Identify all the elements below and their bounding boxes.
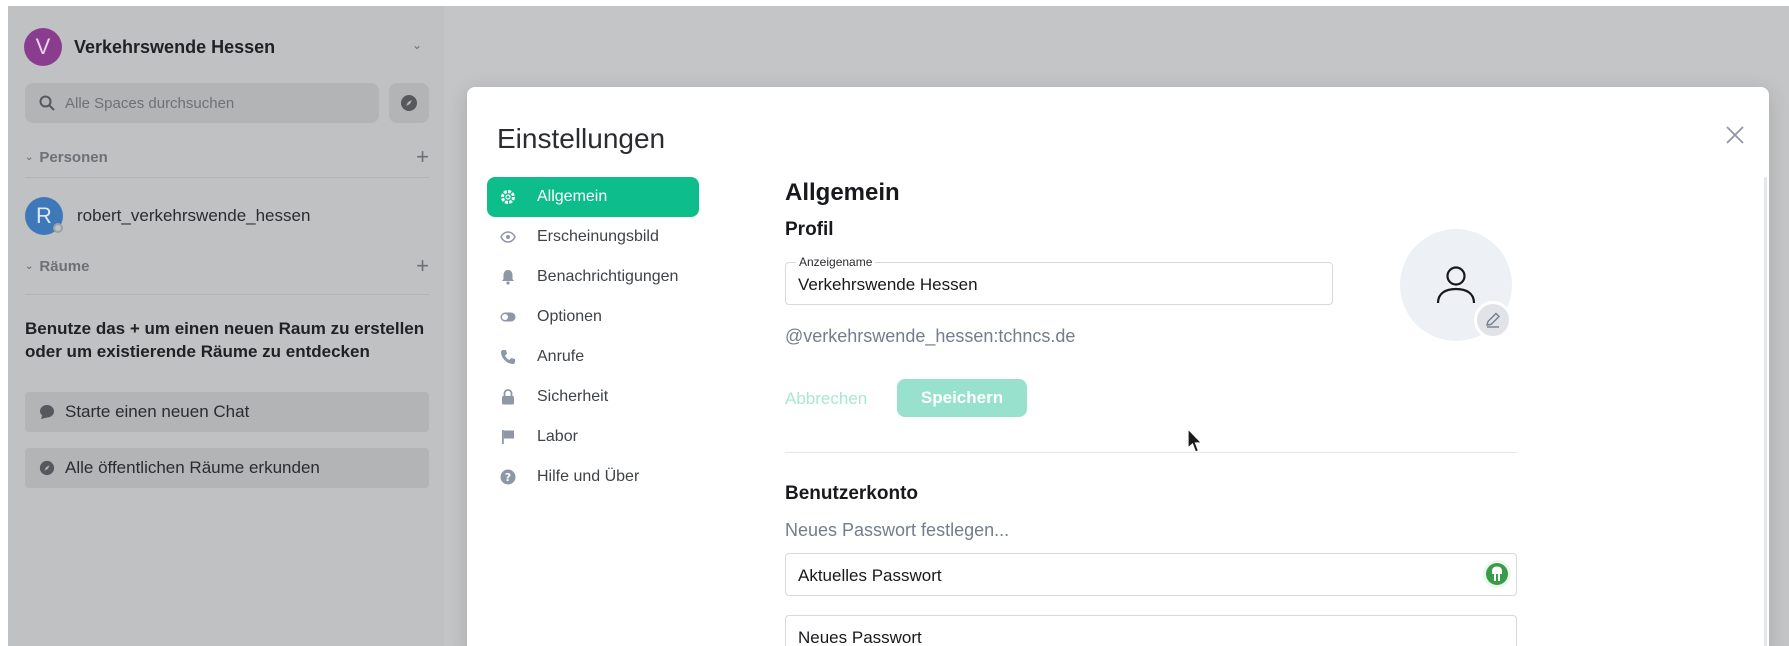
tab-security[interactable]: Sicherheit (487, 377, 699, 417)
bell-icon (499, 268, 517, 286)
search-icon (39, 95, 55, 111)
flag-icon (499, 428, 517, 446)
display-name-label: Anzeigename (796, 255, 876, 269)
chat-bubble-icon (40, 405, 54, 419)
display-name-field[interactable]: Anzeigename Verkehrswende Hessen (785, 255, 1333, 305)
tab-options[interactable]: Optionen (487, 297, 699, 337)
tab-label: Optionen (537, 308, 602, 325)
settings-nav: Allgemein Erscheinungsbild Benachrichtig… (487, 177, 699, 497)
mouse-cursor-icon (1187, 428, 1203, 453)
space-avatar-initial: V (35, 34, 51, 59)
cancel-button[interactable]: Abbrechen (785, 389, 867, 409)
space-avatar: V (24, 28, 62, 66)
svg-text:?: ? (505, 471, 511, 484)
space-name: Verkehrswende Hessen (74, 36, 276, 57)
user-avatar-initial: R (36, 203, 52, 228)
explore-public-rooms-button[interactable]: Alle öffentlichen Räume erkunden (25, 448, 429, 488)
new-password-field[interactable]: Neues Passwort (785, 615, 1517, 646)
chevron-down-icon: ⌄ (25, 260, 34, 272)
tab-label: Erscheinungsbild (537, 228, 659, 245)
tab-label: Allgemein (537, 188, 608, 205)
tab-labs[interactable]: Labor (487, 417, 699, 457)
edit-avatar-button[interactable] (1474, 301, 1512, 339)
current-password-placeholder: Aktuelles Passwort (798, 566, 942, 585)
divider (785, 452, 1517, 453)
person-icon (1436, 266, 1476, 304)
tab-label: Anrufe (537, 348, 585, 365)
add-room-icon[interactable]: + (416, 253, 429, 279)
tab-calls[interactable]: Anrufe (487, 337, 699, 377)
explore-public-rooms-label: Alle öffentlichen Räume erkunden (65, 458, 320, 477)
add-person-icon[interactable]: + (416, 144, 429, 170)
new-password-placeholder: Neues Passwort (798, 628, 922, 646)
tab-label: Benachrichtigungen (537, 268, 679, 285)
eye-icon (499, 228, 517, 246)
dialog-title: Einstellungen (497, 123, 666, 154)
tab-notifications[interactable]: Benachrichtigungen (487, 257, 699, 297)
tab-general[interactable]: Allgemein (487, 177, 699, 217)
toggle-icon (499, 308, 517, 326)
person-item[interactable]: R robert_verkehrswende_hessen (25, 196, 310, 236)
account-heading: Benutzerkonto (785, 483, 918, 504)
divider (25, 177, 429, 178)
section-people-header[interactable]: ⌄ Personen + (25, 144, 429, 170)
help-icon: ? (499, 468, 517, 486)
room-list-panel: V Verkehrswende Hessen ⌄ Alle Spaces dur… (8, 6, 444, 646)
chevron-down-icon: ⌄ (25, 151, 34, 163)
close-icon[interactable] (1723, 123, 1747, 147)
password-manager-icon[interactable] (1483, 560, 1511, 588)
tab-label: Labor (537, 428, 578, 445)
presence-dot (53, 223, 63, 233)
pencil-icon (1486, 312, 1500, 328)
set-password-link[interactable]: Neues Passwort festlegen... (785, 520, 1009, 541)
section-rooms-label: Räume (39, 257, 90, 275)
compass-icon (39, 460, 55, 476)
profile-heading: Profil (785, 219, 834, 240)
person-name: robert_verkehrswende_hessen (77, 206, 311, 225)
user-avatar: R (25, 197, 63, 235)
explore-rooms-button[interactable] (389, 83, 429, 123)
divider (25, 294, 429, 295)
user-id: @verkehrswende_hessen:tchncs.de (785, 326, 1076, 346)
tab-label: Sicherheit (537, 388, 609, 405)
display-name-value: Verkehrswende Hessen (798, 275, 978, 294)
current-password-field[interactable]: Aktuelles Passwort (785, 553, 1517, 596)
scrollbar[interactable] (1764, 177, 1767, 646)
gear-icon (499, 188, 517, 206)
section-heading: Allgemein (785, 179, 900, 206)
tab-help-about[interactable]: ? Hilfe und Über (487, 457, 699, 497)
search-spaces-input[interactable]: Alle Spaces durchsuchen (25, 83, 379, 123)
phone-icon (499, 348, 517, 366)
rooms-hint: Benutze das + um einen neuen Raum zu ers… (25, 319, 425, 361)
new-chat-button[interactable]: Starte einen neuen Chat (25, 392, 429, 432)
save-button[interactable]: Speichern (897, 379, 1027, 417)
space-header[interactable]: V Verkehrswende Hessen ⌄ (24, 28, 434, 66)
tab-appearance[interactable]: Erscheinungsbild (487, 217, 699, 257)
compass-icon (401, 95, 417, 111)
search-placeholder: Alle Spaces durchsuchen (65, 94, 235, 112)
left-strip (0, 0, 8, 646)
lock-icon (499, 388, 517, 406)
settings-dialog: Einstellungen Allgemein Erscheinungsbild… (467, 87, 1769, 646)
section-people-label: Personen (39, 148, 108, 166)
tab-label: Hilfe und Über (537, 468, 640, 485)
section-rooms-header[interactable]: ⌄ Räume + (25, 253, 429, 279)
new-chat-label: Starte einen neuen Chat (65, 402, 250, 421)
chevron-down-icon[interactable]: ⌄ (412, 38, 422, 52)
